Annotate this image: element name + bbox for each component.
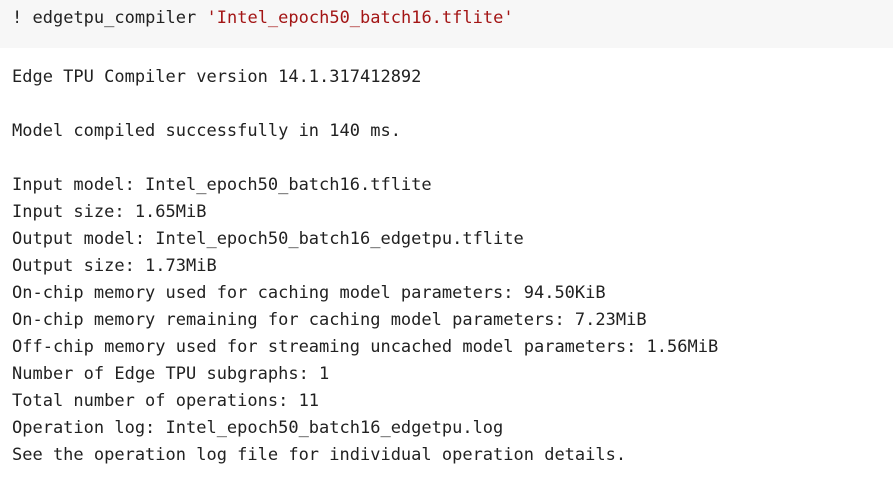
code-line[interactable]: ! edgetpu_compiler 'Intel_epoch50_batch1… [12, 7, 514, 29]
command-argument: 'Intel_epoch50_batch16.tflite' [206, 8, 514, 28]
output-line-compiled: Model compiled successfully in 140 ms. [12, 121, 401, 141]
output-line-input-model: Input model: Intel_epoch50_batch16.tflit… [12, 175, 432, 195]
output-line-input-size: Input size: 1.65MiB [12, 202, 207, 222]
output-line-output-model: Output model: Intel_epoch50_batch16_edge… [12, 229, 524, 249]
output-line-offchip-used: Off-chip memory used for streaming uncac… [12, 337, 719, 357]
cell-output: Edge TPU Compiler version 14.1.317412892… [12, 64, 718, 469]
output-line-operations: Total number of operations: 11 [12, 391, 320, 411]
shell-command: edgetpu_compiler [32, 8, 197, 28]
output-line-onchip-used: On-chip memory used for caching model pa… [12, 283, 606, 303]
code-input-cell[interactable]: ! edgetpu_compiler 'Intel_epoch50_batch1… [0, 0, 893, 48]
output-line-subgraphs: Number of Edge TPU subgraphs: 1 [12, 364, 330, 384]
output-line-operation-log: Operation log: Intel_epoch50_batch16_edg… [12, 418, 504, 438]
output-line-output-size: Output size: 1.73MiB [12, 256, 217, 276]
output-line-version: Edge TPU Compiler version 14.1.317412892 [12, 67, 422, 87]
shell-bang: ! [12, 8, 23, 28]
output-line-onchip-remaining: On-chip memory remaining for caching mod… [12, 310, 647, 330]
output-line-blank [12, 145, 718, 172]
notebook-page: ! edgetpu_compiler 'Intel_epoch50_batch1… [0, 0, 893, 479]
output-line-blank [12, 91, 718, 118]
output-line-see-log: See the operation log file for individua… [12, 445, 627, 465]
